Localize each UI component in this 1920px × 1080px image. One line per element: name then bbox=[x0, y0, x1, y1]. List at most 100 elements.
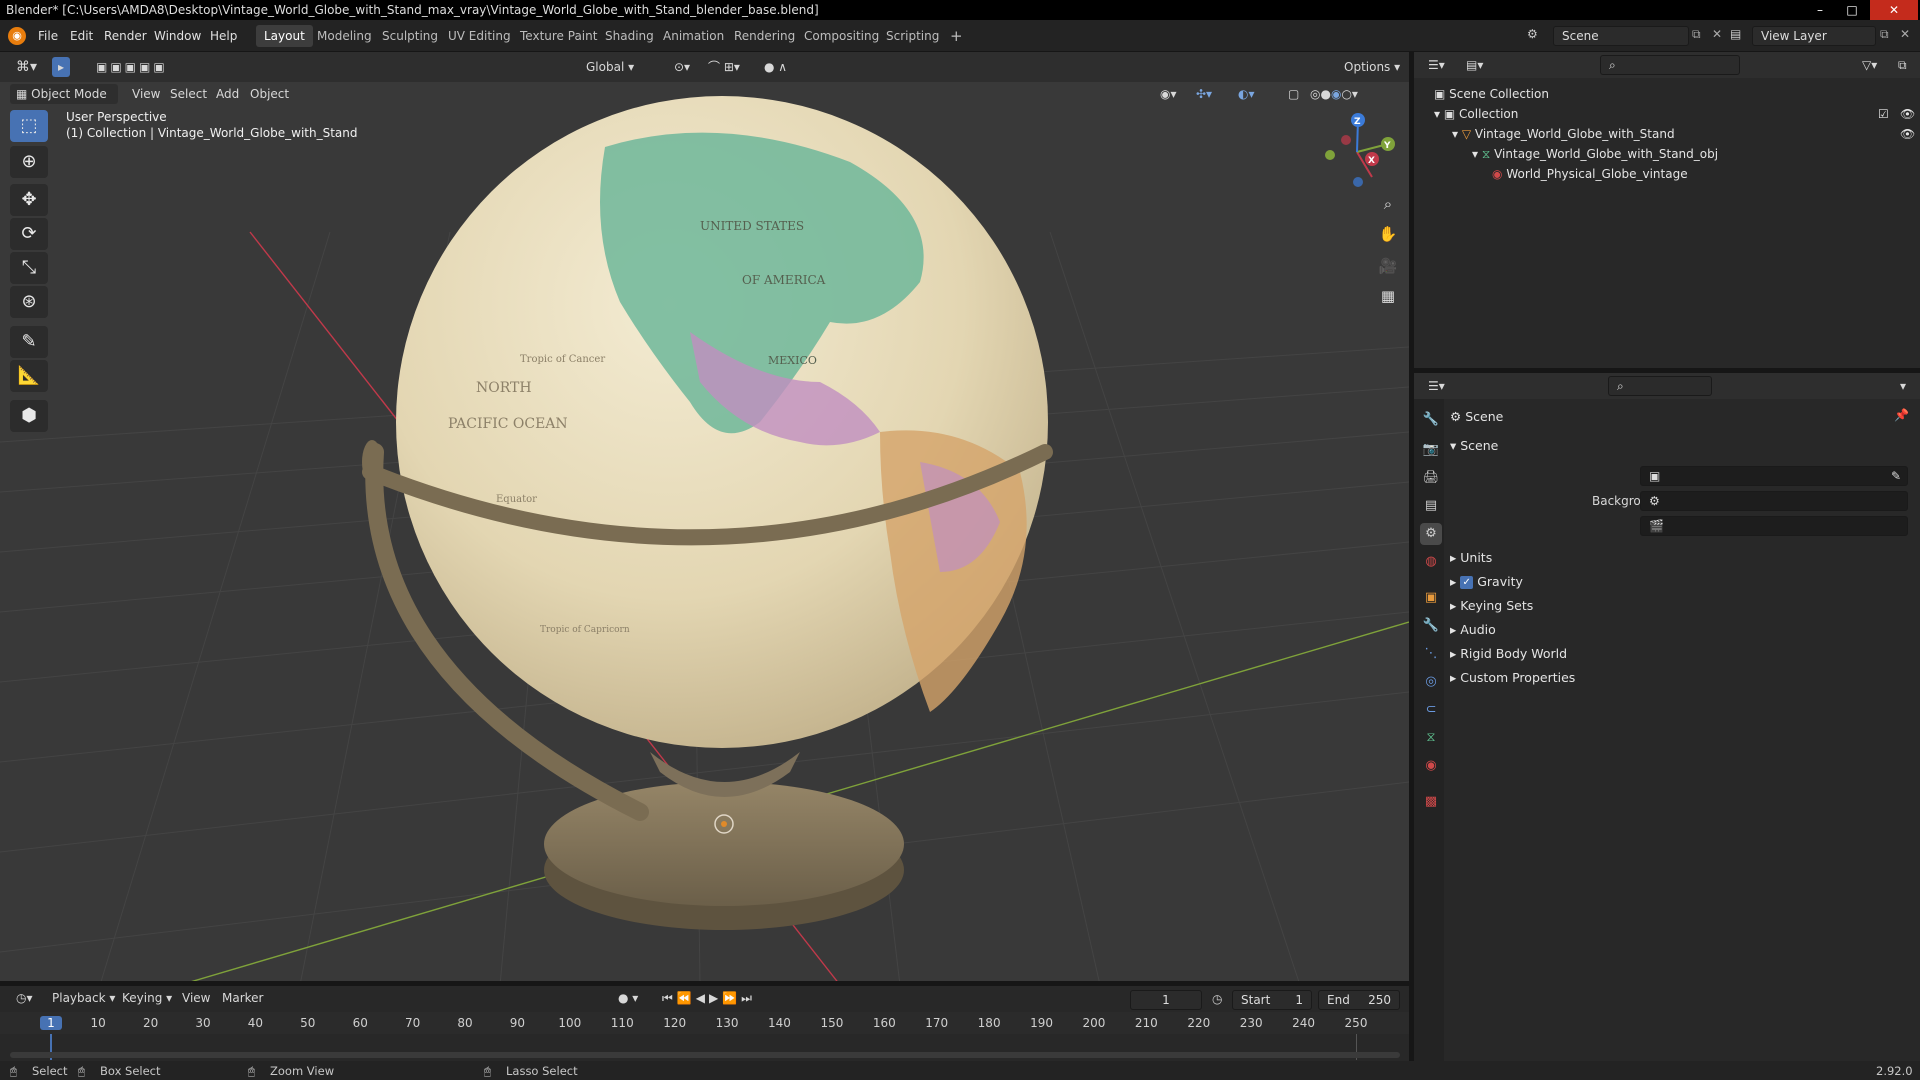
visibility-icon[interactable]: ◉▾ bbox=[1154, 84, 1183, 104]
outliner-row-mesh[interactable]: ▾ ⧖ Vintage_World_Globe_with_Stand_obj bbox=[1472, 144, 1718, 164]
mode-dropdown[interactable]: ▦ Object Mode ▾ bbox=[10, 84, 118, 121]
tool-rotate[interactable]: ⟳ bbox=[10, 218, 48, 250]
shading-modes-icons[interactable]: ◎●◉○▾ bbox=[1304, 84, 1364, 104]
tab-sculpting[interactable]: Sculpting bbox=[374, 25, 446, 47]
new-scene-icon[interactable]: ⧉ bbox=[1692, 27, 1701, 42]
menu-window[interactable]: Window bbox=[148, 20, 207, 52]
view-layer-tab-icon[interactable]: ▤ bbox=[1420, 495, 1442, 517]
tool-cursor[interactable]: ⊕ bbox=[10, 146, 48, 178]
remove-view-layer-icon[interactable]: ✕ bbox=[1900, 27, 1910, 41]
menu-select[interactable]: Select bbox=[164, 84, 213, 104]
tool-select-box[interactable]: ⬚ bbox=[10, 110, 48, 142]
gravity-panel-header[interactable]: ▸ ✓ Gravity bbox=[1450, 571, 1523, 593]
timeline-divider[interactable] bbox=[0, 981, 1409, 985]
snap-icon[interactable]: ⌒ ⊞▾ bbox=[702, 57, 746, 77]
scene-tab-icon[interactable]: ⚙ bbox=[1420, 523, 1442, 545]
menu-object[interactable]: Object bbox=[244, 84, 295, 104]
active-clip-field[interactable]: 🎬 bbox=[1640, 516, 1908, 536]
new-collection-icon[interactable]: ⧉ bbox=[1892, 55, 1913, 75]
scene-section-header[interactable]: ▾ Scene bbox=[1450, 435, 1498, 457]
menu-add[interactable]: Add bbox=[210, 84, 245, 104]
outliner-editor-type-icon[interactable]: ☰▾ bbox=[1422, 55, 1451, 75]
gizmo-toggle-icon[interactable]: ✣▾ bbox=[1190, 84, 1218, 104]
ortho-grid-icon[interactable]: ▦ bbox=[1374, 282, 1402, 310]
tab-animation[interactable]: Animation bbox=[655, 25, 732, 47]
tab-texture-paint[interactable]: Texture Paint bbox=[512, 25, 605, 47]
properties-editor-type-icon[interactable]: ☰▾ bbox=[1422, 376, 1451, 396]
tab-modeling[interactable]: Modeling bbox=[309, 25, 380, 47]
world-tab-icon[interactable]: ◍ bbox=[1420, 551, 1442, 573]
menu-edit[interactable]: Edit bbox=[64, 20, 99, 52]
tab-compositing[interactable]: Compositing bbox=[796, 25, 887, 47]
transform-orientation-dropdown[interactable]: Global ▾ bbox=[580, 57, 660, 77]
constraints-tab-icon[interactable]: ⊂ bbox=[1420, 699, 1442, 721]
tab-scripting[interactable]: Scripting bbox=[878, 25, 947, 47]
xray-icon[interactable]: ▢ bbox=[1282, 84, 1305, 104]
selection-mode-icons[interactable]: ▣▣▣▣▣ bbox=[90, 57, 174, 77]
outliner-row-object[interactable]: ▾ ▽ Vintage_World_Globe_with_Stand 👁 bbox=[1452, 124, 1920, 144]
tab-layout[interactable]: Layout bbox=[256, 25, 313, 47]
new-view-layer-icon[interactable]: ⧉ bbox=[1880, 27, 1889, 42]
object-tab-icon[interactable]: ▣ bbox=[1420, 587, 1442, 609]
menu-render[interactable]: Render bbox=[98, 20, 153, 52]
background-scene-field[interactable]: ⚙ bbox=[1640, 491, 1908, 511]
pin-icon[interactable]: 📌 bbox=[1894, 408, 1909, 422]
minimize-button[interactable]: – bbox=[1806, 0, 1834, 20]
scene-selector[interactable]: Scene bbox=[1553, 26, 1689, 46]
custom-properties-panel-header[interactable]: ▸ Custom Properties bbox=[1450, 667, 1575, 689]
modifier-tab-icon[interactable]: 🔧 bbox=[1420, 615, 1442, 637]
camera-view-icon[interactable]: 🎥 bbox=[1374, 252, 1402, 280]
tool-measure[interactable]: 📐 bbox=[10, 360, 48, 392]
properties-search-input[interactable]: ⌕ bbox=[1608, 376, 1712, 396]
eye-icon[interactable]: 👁 bbox=[1900, 104, 1915, 124]
timeline-scrollbar[interactable] bbox=[10, 1052, 1400, 1058]
gravity-checkbox[interactable]: ✓ bbox=[1460, 576, 1474, 589]
overlay-toggle-icon[interactable]: ◐▾ bbox=[1232, 84, 1261, 104]
exclude-checkbox[interactable]: ☑ bbox=[1878, 104, 1889, 124]
tool-annotate[interactable]: ✎ bbox=[10, 326, 48, 358]
view-layer-selector[interactable]: View Layer bbox=[1752, 26, 1876, 46]
audio-panel-header[interactable]: ▸ Audio bbox=[1450, 619, 1496, 641]
menu-help[interactable]: Help bbox=[204, 20, 243, 52]
texture-tab-icon[interactable]: ▩ bbox=[1420, 791, 1442, 813]
proportional-edit-icon[interactable]: ● ∧ bbox=[758, 57, 793, 77]
material-tab-icon[interactable]: ◉ bbox=[1420, 755, 1442, 777]
particles-tab-icon[interactable]: ⋱ bbox=[1420, 643, 1442, 665]
properties-options-icon[interactable]: ▾ bbox=[1894, 376, 1912, 396]
tab-uv-editing[interactable]: UV Editing bbox=[440, 25, 519, 47]
maximize-button[interactable]: □ bbox=[1838, 0, 1866, 20]
outliner-row-scene-collection[interactable]: ▣ Scene Collection bbox=[1434, 84, 1549, 104]
rigid-body-world-panel-header[interactable]: ▸ Rigid Body World bbox=[1450, 643, 1567, 665]
tab-shading[interactable]: Shading bbox=[597, 25, 662, 47]
menu-file[interactable]: File bbox=[32, 20, 64, 52]
filter-icon[interactable]: ▽▾ bbox=[1856, 55, 1883, 75]
tool-scale[interactable]: ⤡ bbox=[10, 252, 48, 284]
tab-rendering[interactable]: Rendering bbox=[726, 25, 803, 47]
close-window-button[interactable]: ✕ bbox=[1870, 0, 1918, 20]
editor-type-icon[interactable]: ⌘▾ bbox=[10, 57, 43, 77]
outliner-search-input[interactable]: ⌕ bbox=[1600, 55, 1740, 75]
eyedropper-icon[interactable]: ✎ bbox=[1891, 467, 1901, 485]
display-mode-icon[interactable]: ▤▾ bbox=[1460, 55, 1489, 75]
render-tab-icon[interactable]: 📷 bbox=[1420, 439, 1442, 461]
units-panel-header[interactable]: ▸ Units bbox=[1450, 547, 1492, 569]
3d-viewport[interactable]: UNITED STATES OF AMERICA MEXICO NORTH PA… bbox=[0, 52, 1409, 985]
object-eye-icon[interactable]: 👁 bbox=[1900, 124, 1915, 144]
data-tab-icon[interactable]: ⧖ bbox=[1420, 727, 1442, 749]
output-tab-icon[interactable]: 🖨 bbox=[1420, 467, 1442, 489]
blender-logo-icon[interactable]: ◉ bbox=[8, 27, 26, 45]
keying-sets-panel-header[interactable]: ▸ Keying Sets bbox=[1450, 595, 1533, 617]
outliner-row-material[interactable]: ◉ World_Physical_Globe_vintage bbox=[1492, 164, 1688, 184]
pan-hand-icon[interactable]: ✋ bbox=[1374, 220, 1402, 248]
navigation-gizmo[interactable]: X Y Z bbox=[1325, 113, 1395, 187]
tool-move[interactable]: ✥ bbox=[10, 184, 48, 216]
tool-transform[interactable]: ⊛ bbox=[10, 286, 48, 318]
select-tool-icon[interactable]: ▸ bbox=[52, 57, 71, 77]
camera-field[interactable]: ▣ ✎ bbox=[1640, 466, 1908, 486]
tool-add-cube[interactable]: ⬢ bbox=[10, 400, 48, 432]
pivot-point-icon[interactable]: ⊙▾ bbox=[668, 57, 696, 77]
physics-tab-icon[interactable]: ◎ bbox=[1420, 671, 1442, 693]
add-workspace-button[interactable]: + bbox=[942, 25, 971, 47]
zoom-icon[interactable]: ⌕ bbox=[1374, 190, 1402, 218]
menu-view[interactable]: View bbox=[126, 84, 166, 104]
